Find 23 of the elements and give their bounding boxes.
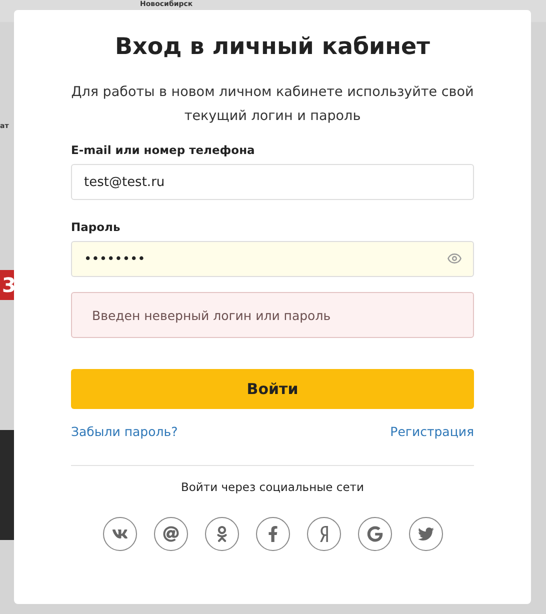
- bird-icon: [418, 526, 434, 542]
- social-login-button[interactable]: [204, 517, 238, 551]
- field-label: Пароль: [71, 220, 122, 234]
- login-field[interactable]: test@test.ru: [71, 164, 474, 200]
- social-login-button[interactable]: [256, 517, 290, 551]
- forgot-password-link[interactable]: Забыли пароль?: [71, 424, 178, 439]
- password-field[interactable]: ••••••••: [71, 241, 474, 277]
- social-login-button[interactable]: [102, 517, 136, 551]
- social-login-button[interactable]: [154, 517, 188, 551]
- field-label: E-mail или номер телефона: [71, 143, 256, 157]
- background-banner: 3: [0, 270, 14, 300]
- social-login-button[interactable]: [358, 517, 392, 551]
- error-message: Введен неверный логин или пароль: [71, 292, 474, 338]
- dialog-title: Вход в личный кабинет: [114, 34, 431, 60]
- dialog-subtitle: Для работы в новом личном кабинете используйте свой текущий логин и пароль: [71, 83, 474, 126]
- social-heading: Войти через социальные сети: [180, 480, 365, 494]
- social-login-button[interactable]: [408, 517, 442, 551]
- register-link[interactable]: Регистрация: [390, 424, 474, 439]
- at-sign-icon: [162, 526, 178, 542]
- eye-icon[interactable]: [447, 251, 462, 266]
- social-login-button[interactable]: [306, 517, 340, 551]
- g-letter-icon: [366, 526, 382, 542]
- login-button[interactable]: Войти: [71, 369, 474, 409]
